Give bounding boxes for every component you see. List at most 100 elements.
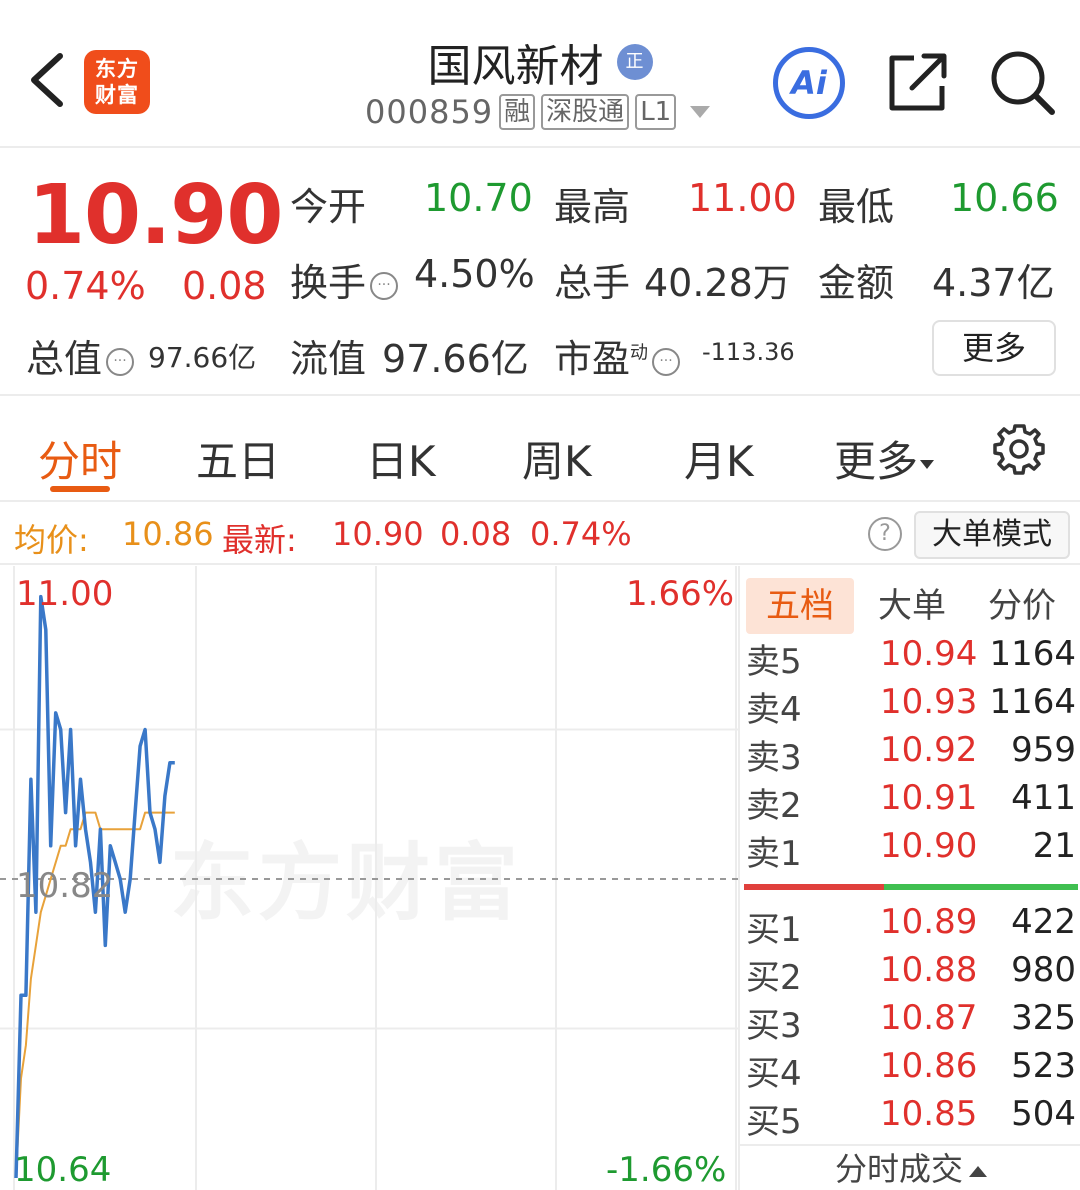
big-order-mode-button[interactable]: 大单模式 — [914, 511, 1070, 559]
buy-level-label: 买4 — [746, 1054, 802, 1094]
tab-big-orders[interactable]: 大单 — [878, 578, 946, 634]
tag-shenzhen-connect: 深股通 — [541, 94, 630, 130]
volume-value: 40.28万 — [644, 261, 791, 305]
share-icon[interactable] — [886, 50, 950, 114]
buy-price: 10.89 — [880, 902, 978, 942]
dropdown-triangle-icon — [920, 460, 935, 469]
stock-code-row[interactable]: 000859 融 深股通 L1 — [365, 92, 711, 132]
low-label: 最低 — [818, 185, 895, 229]
turnover-label[interactable]: 换手 ··· — [290, 252, 402, 307]
y-axis-max-percent: 1.66% — [626, 574, 735, 614]
tab-five-levels[interactable]: 五档 — [746, 578, 854, 634]
ai-assistant-button[interactable]: Ai — [773, 47, 845, 119]
tag-margin: 融 — [499, 94, 536, 130]
bid-ask-divider — [744, 884, 1078, 890]
tab-monthly-k[interactable]: 月K — [684, 428, 754, 489]
market-cap-label-text: 总值 — [26, 337, 103, 381]
tab-price-distribution[interactable]: 分价 — [988, 578, 1056, 634]
buy-level-label: 买3 — [746, 1006, 802, 1046]
sell-volume: 959 — [1011, 730, 1076, 770]
buy-price: 10.86 — [880, 1046, 978, 1086]
search-icon[interactable] — [988, 48, 1058, 118]
sell-volume: 21 — [1032, 826, 1076, 866]
tab-intraday[interactable]: 分时 — [38, 428, 122, 489]
sell-level-label: 卖2 — [746, 786, 802, 826]
sell-price: 10.90 — [880, 826, 978, 866]
buy-price: 10.87 — [880, 998, 978, 1038]
tick-trades-button[interactable]: 分时成交 — [740, 1144, 1080, 1190]
info-icon[interactable]: ··· — [652, 347, 681, 376]
y-axis-min-price: 10.64 — [14, 1150, 112, 1190]
pe-dynamic-mark: 动 — [630, 342, 649, 364]
tab-five-day[interactable]: 五日 — [196, 428, 280, 489]
open-value: 10.70 — [424, 176, 533, 220]
buy-row[interactable]: 买3 10.87 325 — [746, 998, 1076, 1046]
divider-buy-part — [884, 884, 1078, 890]
sell-row[interactable]: 卖1 10.90 21 — [746, 826, 1076, 874]
low-value: 10.66 — [950, 176, 1059, 220]
sell-level-label: 卖4 — [746, 690, 802, 730]
y-axis-min-percent: -1.66% — [606, 1150, 727, 1190]
stock-code: 000859 — [365, 93, 494, 131]
sell-row[interactable]: 卖3 10.92 959 — [746, 730, 1076, 778]
help-icon[interactable]: ? — [868, 517, 902, 551]
tab-weekly-k[interactable]: 周K — [522, 428, 592, 489]
divider-sell-part — [744, 884, 884, 890]
sell-volume: 1164 — [989, 682, 1076, 722]
pe-label-text: 市盈 — [554, 337, 631, 381]
high-value: 11.00 — [688, 176, 797, 220]
buy-row[interactable]: 买2 10.88 980 — [746, 950, 1076, 998]
float-cap-label: 流值 — [290, 337, 367, 381]
info-icon[interactable]: ··· — [370, 271, 399, 300]
buy-level-label: 买2 — [746, 958, 802, 998]
sell-level-label: 卖5 — [746, 642, 802, 682]
turnover-value: 4.50% — [414, 252, 535, 296]
buy-volume: 980 — [1011, 950, 1076, 990]
y-axis-max-price: 11.00 — [16, 574, 114, 614]
buy-row[interactable]: 买4 10.86 523 — [746, 1046, 1076, 1094]
stock-name[interactable]: 国风新材 — [427, 30, 603, 94]
chart-info-bar: 均价: 10.86 最新: 10.90 0.08 0.74% ? 大单模式 — [0, 503, 1080, 565]
verified-badge-icon: 正 — [616, 44, 653, 80]
sell-level-label: 卖3 — [746, 738, 802, 778]
high-label: 最高 — [554, 185, 631, 229]
tab-daily-k[interactable]: 日K — [366, 428, 436, 489]
change-percent: 0.74% — [25, 264, 146, 308]
chart-period-tabs: 分时 五日 日K 周K 月K 更多 — [0, 398, 1080, 502]
latest-value: 10.90 — [332, 515, 424, 553]
buy-price: 10.85 — [880, 1094, 978, 1134]
float-cap-value: 97.66亿 — [382, 337, 529, 381]
buy-volume: 422 — [1011, 902, 1076, 942]
last-price: 10.90 — [28, 168, 283, 263]
tag-level: L1 — [635, 94, 677, 130]
more-quote-button[interactable]: 更多 — [932, 320, 1056, 376]
buy-level-label: 买1 — [746, 910, 802, 950]
buy-volume: 325 — [1011, 998, 1076, 1038]
latest-label: 最新: — [222, 521, 297, 559]
top-bar: 东方 财富 国风新材 正 000859 融 深股通 L1 Ai — [0, 0, 1080, 148]
pe-value: -113.36 — [702, 338, 795, 366]
buy-row[interactable]: 买5 10.85 504 — [746, 1094, 1076, 1142]
sell-row[interactable]: 卖5 10.94 1164 — [746, 634, 1076, 682]
volume-label: 总手 — [554, 261, 631, 305]
gear-icon[interactable] — [992, 422, 1046, 476]
tab-more[interactable]: 更多 — [834, 428, 935, 489]
latest-change: 0.08 — [440, 515, 512, 553]
triangle-up-icon — [969, 1165, 987, 1177]
buy-row[interactable]: 买1 10.89 422 — [746, 902, 1076, 950]
intraday-chart[interactable]: 东方财富 11.00 1.66% 10.82 10.64 -1.66% — [0, 566, 738, 1190]
pe-label[interactable]: 市盈动 ··· — [554, 328, 684, 383]
info-icon[interactable]: ··· — [106, 347, 135, 376]
sell-volume: 1164 — [989, 634, 1076, 674]
buy-level-label: 买5 — [746, 1102, 802, 1142]
amount-label: 金额 — [818, 261, 895, 305]
sell-row[interactable]: 卖4 10.93 1164 — [746, 682, 1076, 730]
dropdown-triangle-icon[interactable] — [690, 106, 711, 118]
avg-value: 10.86 — [122, 515, 214, 553]
buy-volume: 504 — [1011, 1094, 1076, 1134]
sell-level-label: 卖1 — [746, 834, 802, 874]
market-cap-label[interactable]: 总值 ··· — [26, 328, 138, 383]
buy-price: 10.88 — [880, 950, 978, 990]
sell-price: 10.93 — [880, 682, 978, 722]
sell-row[interactable]: 卖2 10.91 411 — [746, 778, 1076, 826]
